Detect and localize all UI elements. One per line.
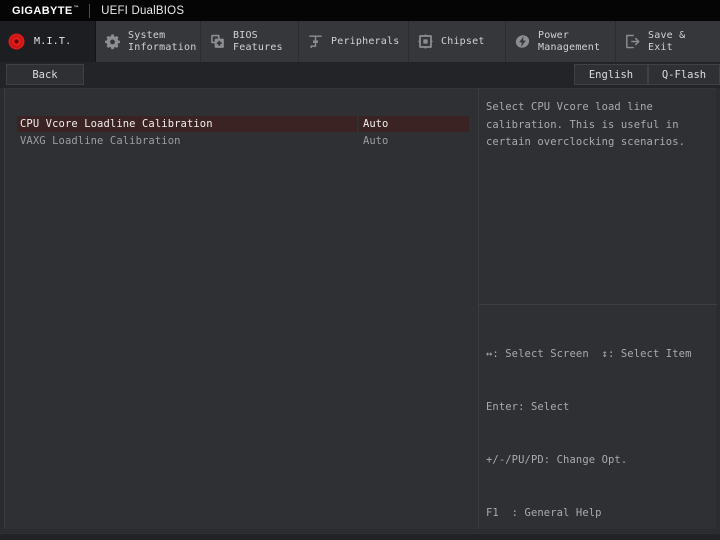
trademark-symbol: ™ — [73, 4, 80, 11]
settings-panel: CPU Vcore Loadline Calibration Auto VAXG… — [4, 88, 478, 529]
help-divider — [479, 304, 717, 305]
lightning-bolt-icon — [513, 33, 531, 51]
qflash-button[interactable]: Q-Flash — [648, 64, 720, 85]
action-bar: Back English Q-Flash — [0, 62, 720, 88]
tab-power-management[interactable]: Power Management — [506, 21, 616, 62]
key-legend-line: +/-/PU/PD: Change Opt. — [486, 453, 628, 466]
tab-mit[interactable]: M.I.T. — [0, 21, 96, 62]
content-area: CPU Vcore Loadline Calibration Auto VAXG… — [0, 88, 720, 533]
key-legend-line: Enter: Select — [486, 400, 570, 413]
tab-power-management-label: Power Management — [538, 29, 601, 53]
exit-door-icon — [623, 33, 641, 51]
tab-system-information[interactable]: System Information — [96, 21, 201, 62]
bios-screen: GIGABYTE™ UEFI DualBIOS M.I.T. System In… — [0, 0, 720, 540]
setting-label: CPU Vcore Loadline Calibration — [17, 115, 357, 132]
tab-bios-features-label: BIOS Features — [233, 29, 283, 53]
settings-list: CPU Vcore Loadline Calibration Auto VAXG… — [5, 115, 478, 149]
tab-save-and-exit[interactable]: Save & Exit — [616, 21, 720, 62]
back-button[interactable]: Back — [6, 64, 84, 85]
gigabyte-logo-text: GIGABYTE — [12, 4, 73, 17]
brand-divider — [89, 3, 91, 18]
connector-icon — [306, 33, 324, 51]
language-button[interactable]: English — [574, 64, 648, 85]
key-legend-line: F1 : General Help — [486, 506, 602, 519]
setting-row-vaxg-loadline-calibration[interactable]: VAXG Loadline Calibration Auto — [5, 132, 478, 149]
help-description: Select CPU Vcore load line calibration. … — [486, 101, 686, 148]
setting-value[interactable]: Auto — [359, 133, 469, 149]
main-tab-bar: M.I.T. System Information BIOS Features … — [0, 21, 720, 62]
gigabyte-logo: GIGABYTE™ — [12, 5, 79, 17]
tab-system-information-label: System Information — [128, 29, 197, 53]
tab-peripherals-label: Peripherals — [331, 35, 400, 47]
chipset-icon — [416, 33, 434, 51]
setting-label: VAXG Loadline Calibration — [20, 134, 181, 147]
setting-value[interactable]: Auto — [359, 115, 469, 132]
tab-peripherals[interactable]: Peripherals — [299, 21, 409, 62]
red-dot-icon — [7, 33, 25, 51]
setting-row-cpu-vcore-loadline-calibration[interactable]: CPU Vcore Loadline Calibration Auto — [5, 115, 478, 132]
tab-chipset[interactable]: Chipset — [409, 21, 506, 62]
brand-bar: GIGABYTE™ UEFI DualBIOS — [0, 0, 720, 21]
key-legend-line: ↔: Select Screen ↕: Select Item — [486, 348, 692, 361]
tab-mit-label: M.I.T. — [34, 35, 72, 47]
tab-bios-features[interactable]: BIOS Features — [201, 21, 299, 62]
bottom-edge — [0, 533, 720, 540]
key-legend: ↔: Select Screen ↕: Select Item Enter: S… — [486, 311, 714, 540]
tab-save-and-exit-label: Save & Exit — [648, 29, 686, 53]
gear-icon — [103, 33, 121, 51]
tab-chipset-label: Chipset — [441, 35, 485, 47]
chip-stack-icon — [208, 33, 226, 51]
uefi-title: UEFI DualBIOS — [101, 4, 185, 17]
help-panel: Select CPU Vcore load line calibration. … — [478, 88, 717, 529]
